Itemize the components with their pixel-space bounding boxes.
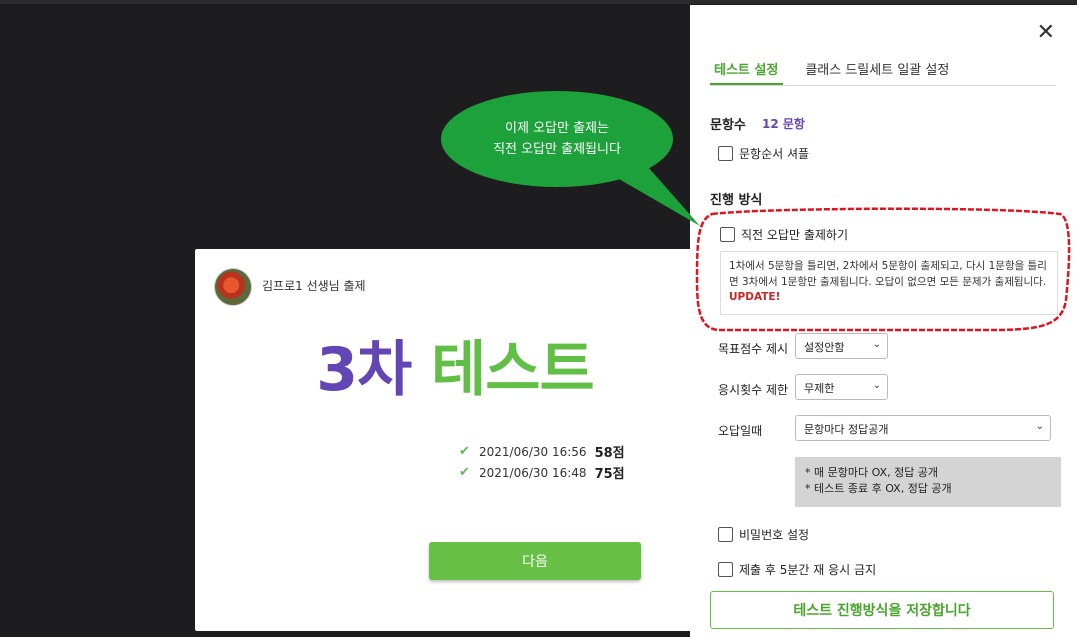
callout-line-1: 이제 오답만 출제는 [505,121,609,136]
callout-line-2: 직전 오답만 출제됩니다 [493,142,621,157]
callout-bubble: 이제 오답만 출제는 직전 오답만 출제됩니다 [441,91,673,187]
